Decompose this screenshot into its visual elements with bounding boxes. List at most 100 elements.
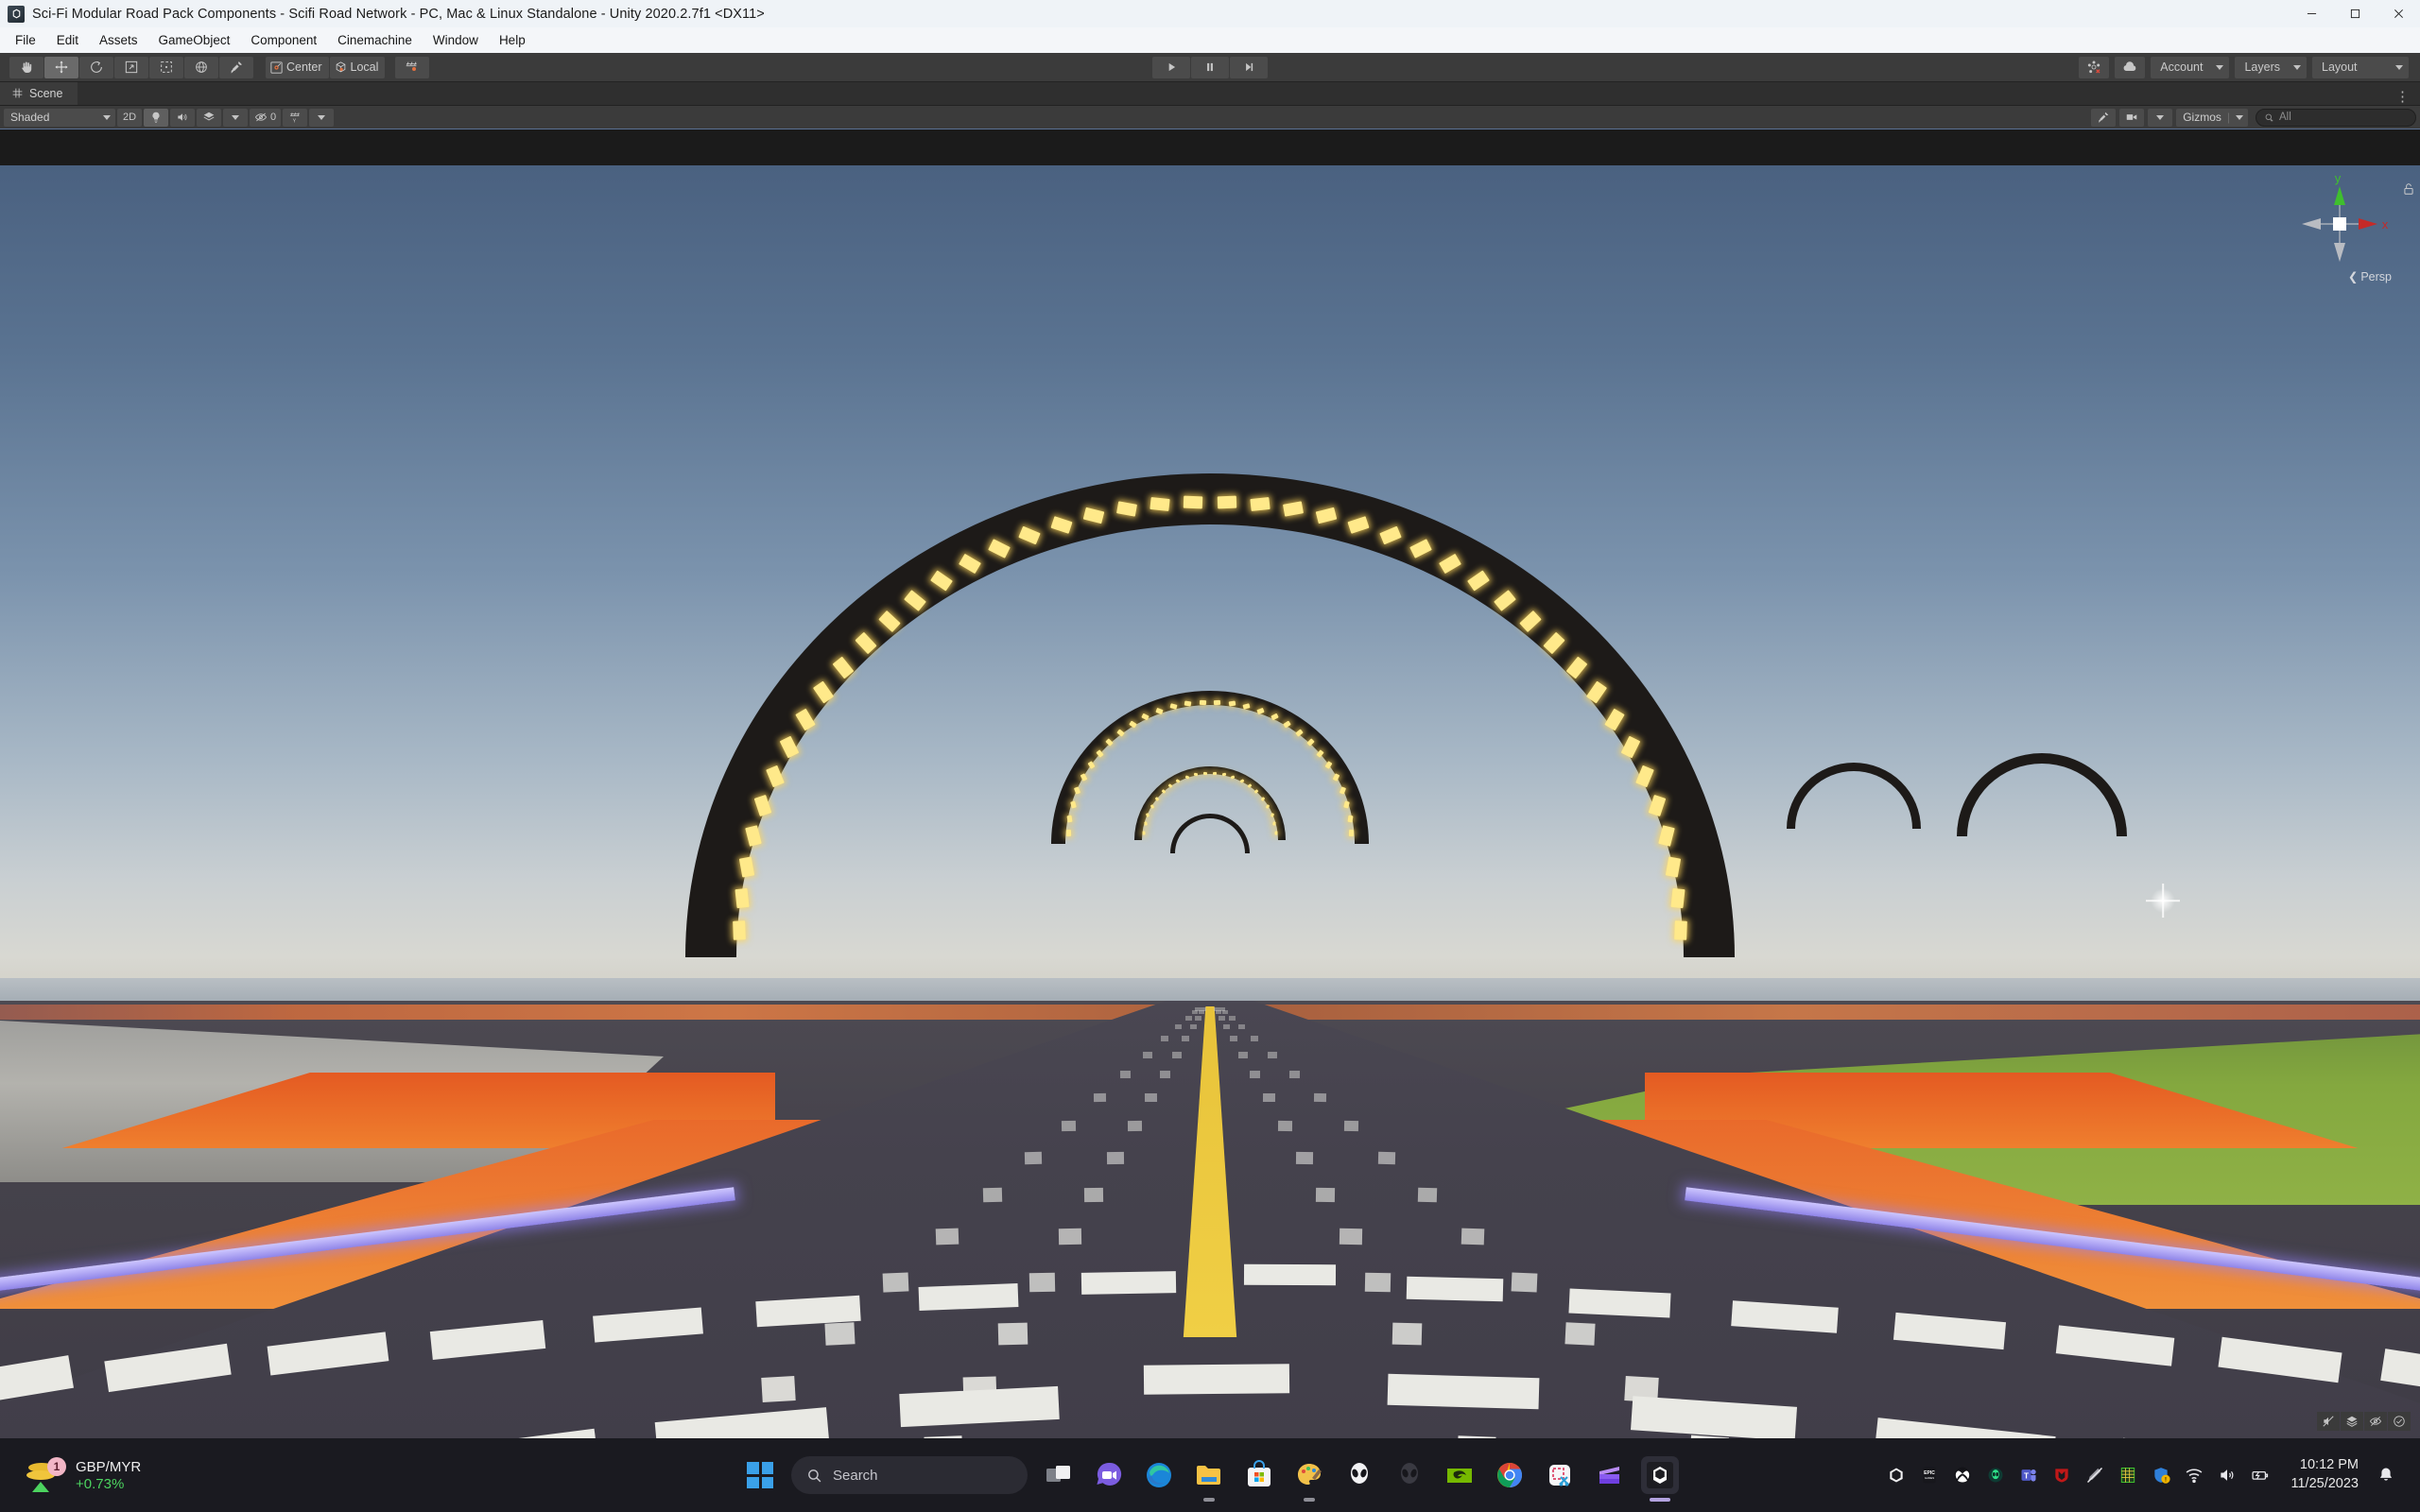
audio-muted-toggle[interactable] [2317,1412,2340,1431]
taskbar-widget[interactable]: 1 GBP/MYR +0.73% [25,1455,141,1495]
arch-light [1154,796,1160,801]
edge-icon [1147,1463,1171,1487]
menu-file[interactable]: File [5,30,46,50]
account-dropdown[interactable]: Account [2151,56,2230,78]
viewport-bottom-toolbar [2317,1412,2411,1431]
microsoft-edge-button[interactable] [1140,1456,1178,1494]
clipchamp-button[interactable] [1591,1456,1629,1494]
pivot-mode-button[interactable]: Center [266,56,329,78]
close-button[interactable] [2377,0,2420,27]
scene-lighting-toggle[interactable] [144,108,168,127]
notification-bell-button[interactable] [2371,1460,2401,1490]
services-button[interactable] [2079,56,2110,78]
layers-overlay-toggle[interactable] [2341,1412,2363,1431]
check-overlay-toggle[interactable] [2388,1412,2411,1431]
scene-audio-toggle[interactable] [170,108,195,127]
unity-hub-tray-icon[interactable] [1881,1460,1911,1490]
taskbar-clock[interactable]: 10:12 PM 11/25/2023 [2291,1456,2360,1493]
arch-light [1543,631,1566,655]
scene-search-input[interactable]: All [2256,108,2416,127]
arch-light [754,795,772,817]
panel-options-button[interactable]: ⋮ [2395,88,2420,105]
task-view-button[interactable] [1040,1456,1078,1494]
alienware-secondary-button[interactable] [1391,1456,1428,1494]
scene-viewport[interactable]: y x ❮ Persp [0,165,2420,1438]
nvidia-button[interactable] [1441,1456,1478,1494]
arch-light [1349,829,1355,836]
snipping-tool-button[interactable] [1541,1456,1579,1494]
menu-assets[interactable]: Assets [89,30,148,50]
windows-security-tray-icon[interactable]: ! [2146,1460,2176,1490]
transform-tool-button[interactable] [184,56,218,78]
pen-tray-icon[interactable] [2080,1460,2110,1490]
scene-camera-dropdown[interactable] [2148,108,2173,127]
scene-camera-button[interactable] [2119,108,2145,127]
volume-tray-icon[interactable] [2212,1460,2242,1490]
scene-effects-dropdown[interactable] [223,108,248,127]
epic-games-tray-icon[interactable]: EPIC GAMES [1914,1460,1945,1490]
arch-light [1332,773,1340,782]
maximize-button[interactable] [2333,0,2377,27]
wifi-tray-icon[interactable] [2179,1460,2209,1490]
menu-component[interactable]: Component [240,30,327,50]
menu-gameobject[interactable]: GameObject [148,30,241,50]
scene-tools-button[interactable] [2091,108,2117,127]
alienware-tray-icon[interactable] [1980,1460,2011,1490]
microsoft-teams-tray-icon[interactable]: T [2014,1460,2044,1490]
menu-edit[interactable]: Edit [46,30,89,50]
arch-gantry-far2 [1170,814,1250,853]
arch-light [1143,821,1148,826]
scene-grid-dropdown[interactable] [309,108,335,127]
scene-grid-toggle[interactable]: Y [283,108,308,127]
menu-cinemachine[interactable]: Cinemachine [327,30,423,50]
copilot-button[interactable] [1090,1456,1128,1494]
arch-light [1347,515,1370,534]
start-button[interactable] [741,1456,779,1494]
toggle-2d-button[interactable]: 2D [117,108,142,127]
xbox-tray-icon[interactable] [1947,1460,1978,1490]
microsoft-store-button[interactable] [1240,1456,1278,1494]
unlock-icon[interactable] [2402,180,2415,202]
gizmos-hidden-toggle[interactable] [2364,1412,2387,1431]
grid-snapping-button[interactable] [395,56,430,78]
rect-transform-tool-button[interactable] [149,56,183,78]
scene-orientation-gizmo[interactable]: y x [2281,165,2399,284]
alienware-button[interactable] [1340,1456,1378,1494]
menu-window[interactable]: Window [423,30,489,50]
window-title-bar: Sci-Fi Modular Road Pack Components - Sc… [0,0,2420,27]
persp-text: Persp [2360,269,2392,284]
spreadsheet-tray-icon[interactable] [2113,1460,2143,1490]
hand-tool-button[interactable] [9,56,43,78]
unity-editor-button[interactable] [1641,1456,1679,1502]
google-chrome-button[interactable] [1491,1456,1529,1494]
layers-dropdown[interactable]: Layers [2235,56,2307,78]
scene-effects-toggle[interactable] [197,108,221,127]
scale-tool-button[interactable] [114,56,148,78]
gizmos-dropdown[interactable]: Gizmos | [2176,108,2248,127]
arch-light [1228,700,1236,707]
file-explorer-button[interactable] [1190,1456,1228,1502]
hidden-objects-toggle[interactable]: 0 [250,108,282,127]
rotate-tool-button[interactable] [79,56,113,78]
pause-button[interactable] [1191,56,1229,78]
menu-help[interactable]: Help [489,30,536,50]
mcafee-tray-icon[interactable] [2047,1460,2077,1490]
tab-scene[interactable]: Scene [0,81,78,105]
cloud-button[interactable] [2115,56,2146,78]
scene-tools-icon [2099,112,2109,123]
draw-mode-dropdown[interactable]: Shaded [4,108,115,127]
custom-editor-tool-button[interactable] [219,56,253,78]
handle-rotation-button[interactable]: Local [329,56,386,78]
taskbar-search-box[interactable]: Search [791,1456,1028,1494]
step-button[interactable] [1230,56,1268,78]
minimize-button[interactable] [2290,0,2333,27]
arch-light [1283,720,1291,729]
move-tool-button[interactable] [44,56,78,78]
play-button[interactable] [1152,56,1190,78]
battery-tray-icon[interactable] [2245,1460,2275,1490]
hidden-objects-count: 0 [270,112,277,123]
paint-button[interactable] [1290,1456,1328,1502]
svg-text:x: x [2382,217,2389,232]
layout-dropdown[interactable]: Layout [2312,56,2409,78]
projection-mode-label[interactable]: ❮ Persp [2348,269,2392,284]
